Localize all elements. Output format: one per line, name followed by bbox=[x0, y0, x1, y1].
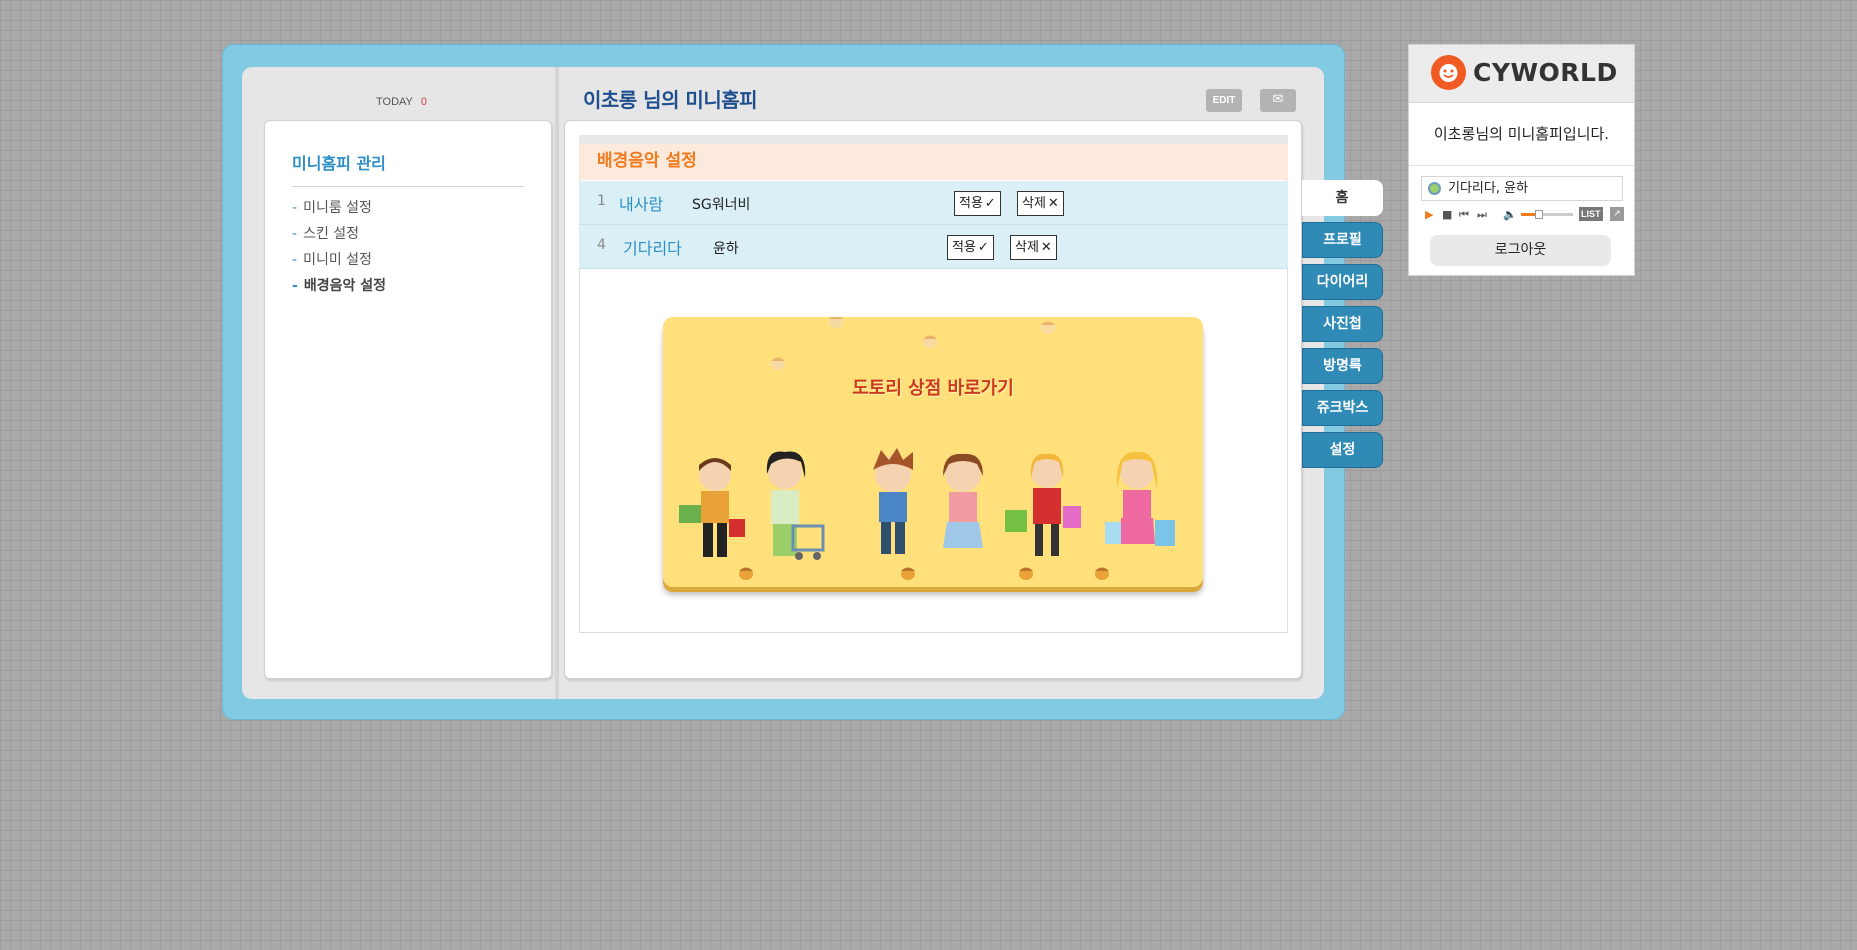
playlist-button[interactable]: LIST bbox=[1579, 207, 1603, 221]
menu-divider bbox=[292, 186, 524, 187]
bgm-section-title: 배경음악 설정 bbox=[579, 144, 1288, 180]
delete-label: 삭제 bbox=[1015, 240, 1039, 255]
cyworld-widget: CYWORLD 이초롱님의 미니홈피입니다. 기다리다, 윤하 ▶ ■ ⏮ ⏭ … bbox=[1408, 44, 1635, 276]
song-row: 1 내사람 SG워너비 적용 ✓ 삭제 ✕ bbox=[579, 181, 1288, 225]
book-spine bbox=[555, 67, 559, 699]
popup-icon[interactable]: ↗ bbox=[1610, 207, 1624, 221]
menu-item-miniroom[interactable]: - 미니룸 설정 bbox=[292, 197, 386, 223]
settings-menu: - 미니룸 설정 - 스킨 설정 - 미니미 설정 - 배경음악 설정 bbox=[292, 197, 386, 301]
acorn-icon bbox=[739, 567, 753, 580]
acorn-icon bbox=[923, 335, 937, 348]
prev-icon[interactable]: ⏮ bbox=[1459, 208, 1469, 222]
check-icon: ✓ bbox=[977, 240, 989, 255]
delete-label: 삭제 bbox=[1022, 196, 1046, 211]
tab-jukebox[interactable]: 쥬크박스 bbox=[1302, 390, 1383, 426]
cyworld-logo-icon bbox=[1431, 55, 1466, 90]
menu-item-label: 미니미 설정 bbox=[303, 252, 372, 268]
today-counter: TODAY 0 bbox=[376, 96, 427, 108]
character-figure bbox=[943, 453, 983, 548]
welcome-message: 이초롱님의 미니홈피입니다. bbox=[1433, 125, 1610, 143]
tab-guestbook[interactable]: 방명록 bbox=[1302, 348, 1383, 384]
delete-button[interactable]: 삭제 ✕ bbox=[1010, 235, 1057, 260]
apply-button[interactable]: 적용 ✓ bbox=[947, 235, 994, 260]
character-figure bbox=[1005, 453, 1081, 556]
tab-profile[interactable]: 프로필 bbox=[1302, 222, 1383, 258]
song-artist: SG워너비 bbox=[692, 197, 751, 213]
banner-title: 도토리 상점 바로가기 bbox=[852, 378, 1014, 399]
acorn-icon bbox=[1095, 567, 1109, 580]
menu-item-minime[interactable]: - 미니미 설정 bbox=[292, 249, 386, 275]
logout-button[interactable]: 로그아웃 bbox=[1430, 235, 1611, 266]
tab-settings[interactable]: 설정 bbox=[1302, 432, 1383, 468]
x-icon: ✕ bbox=[1040, 240, 1052, 255]
delete-button[interactable]: 삭제 ✕ bbox=[1017, 191, 1064, 216]
mail-button[interactable]: ✉ bbox=[1260, 89, 1296, 112]
menu-item-bgm[interactable]: - 배경음악 설정 bbox=[292, 275, 386, 301]
acorn-icon bbox=[771, 357, 785, 370]
next-icon[interactable]: ⏭ bbox=[1477, 208, 1487, 222]
menu-item-skin[interactable]: - 스킨 설정 bbox=[292, 223, 386, 249]
now-playing-display: 기다리다, 윤하 bbox=[1421, 176, 1623, 201]
widget-divider bbox=[1409, 165, 1634, 166]
cyworld-logo: CYWORLD bbox=[1473, 58, 1618, 87]
play-icon[interactable]: ▶ bbox=[1425, 208, 1433, 221]
today-label: TODAY bbox=[376, 96, 413, 108]
page-title: 이초롱 님의 미니홈피 bbox=[583, 88, 758, 112]
edit-button[interactable]: EDIT bbox=[1206, 89, 1242, 112]
menu-title: 미니홈피 관리 bbox=[292, 154, 386, 173]
acorn-icon bbox=[901, 567, 915, 580]
song-title[interactable]: 내사람 bbox=[619, 191, 663, 215]
song-row: 4 기다리다 윤하 적용 ✓ 삭제 ✕ bbox=[579, 225, 1288, 269]
bgm-topbar bbox=[579, 135, 1288, 144]
tab-diary[interactable]: 다이어리 bbox=[1302, 264, 1383, 300]
tab-home[interactable]: 홈 bbox=[1302, 180, 1383, 216]
apply-label: 적용 bbox=[952, 240, 976, 255]
volume-knob[interactable] bbox=[1535, 210, 1544, 219]
acorn-icon bbox=[1019, 567, 1033, 580]
menu-item-label: 미니룸 설정 bbox=[303, 200, 372, 216]
song-number: 4 bbox=[597, 237, 606, 253]
today-count: 0 bbox=[420, 96, 428, 108]
character-figure bbox=[873, 448, 913, 554]
character-figure bbox=[679, 458, 745, 557]
now-playing-text: 기다리다, 윤하 bbox=[1448, 181, 1529, 196]
acorn-icon bbox=[829, 317, 843, 328]
song-artist: 윤하 bbox=[713, 241, 739, 257]
character-figure bbox=[1105, 451, 1175, 546]
acorn-icon bbox=[1041, 321, 1055, 334]
stop-icon[interactable]: ■ bbox=[1442, 208, 1452, 221]
song-title[interactable]: 기다리다 bbox=[623, 235, 682, 259]
check-icon: ✓ bbox=[984, 196, 996, 211]
menu-item-label: 스킨 설정 bbox=[303, 226, 360, 242]
mail-icon: ✉ bbox=[1272, 92, 1284, 107]
tab-photo-album[interactable]: 사진첩 bbox=[1302, 306, 1383, 342]
x-icon: ✕ bbox=[1047, 196, 1059, 211]
character-figure bbox=[766, 451, 825, 560]
acorn-shop-banner[interactable]: 도토리 상점 바로가기 bbox=[663, 317, 1203, 587]
apply-label: 적용 bbox=[959, 196, 983, 211]
song-number: 1 bbox=[597, 193, 606, 209]
cyworld-header: CYWORLD bbox=[1409, 45, 1634, 103]
volume-icon[interactable]: 🔈 bbox=[1503, 208, 1517, 221]
menu-item-label: 배경음악 설정 bbox=[303, 278, 386, 294]
volume-slider[interactable] bbox=[1521, 210, 1573, 219]
apply-button[interactable]: 적용 ✓ bbox=[954, 191, 1001, 216]
disc-icon bbox=[1428, 182, 1441, 195]
